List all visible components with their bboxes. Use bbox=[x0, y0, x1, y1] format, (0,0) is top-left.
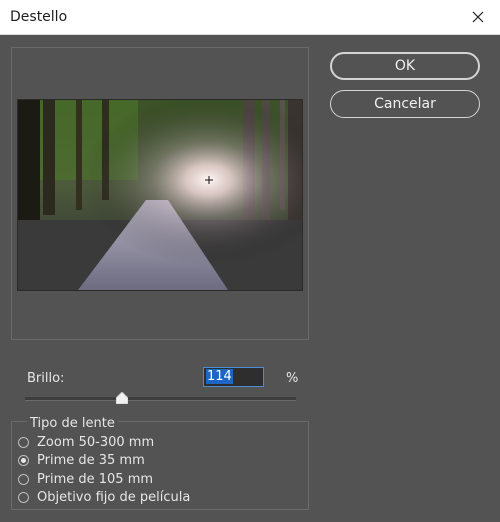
radio-button-checked[interactable] bbox=[18, 454, 29, 466]
lens-option-zoom[interactable]: Zoom 50-300 mm bbox=[18, 433, 154, 451]
preview-image[interactable] bbox=[17, 99, 303, 291]
window-title: Destello bbox=[10, 9, 68, 25]
brightness-slider-track[interactable] bbox=[25, 397, 296, 401]
lens-option-prime-35[interactable]: Prime de 35 mm bbox=[18, 451, 145, 469]
lens-option-prime-105[interactable]: Prime de 105 mm bbox=[18, 470, 153, 488]
lens-option-label: Prime de 105 mm bbox=[37, 471, 154, 487]
radio-button[interactable] bbox=[18, 436, 29, 448]
brightness-input[interactable]: 114 bbox=[203, 367, 264, 387]
cancel-button[interactable]: Cancelar bbox=[330, 90, 480, 118]
close-button[interactable] bbox=[456, 0, 500, 34]
brightness-label: Brillo: bbox=[27, 371, 65, 386]
lens-option-movie-prime[interactable]: Objetivo fijo de película bbox=[18, 488, 190, 506]
close-icon bbox=[472, 11, 484, 23]
brightness-unit: % bbox=[286, 371, 299, 386]
title-bar: Destello bbox=[0, 0, 500, 35]
preview-frame bbox=[11, 47, 309, 340]
ok-button[interactable]: OK bbox=[330, 52, 480, 80]
radio-button[interactable] bbox=[18, 491, 29, 503]
lens-type-title: Tipo de lente bbox=[27, 416, 118, 431]
radio-button[interactable] bbox=[18, 473, 29, 485]
lens-option-label: Objetivo fijo de película bbox=[37, 489, 191, 505]
lens-option-label: Prime de 35 mm bbox=[37, 452, 145, 468]
lens-option-label: Zoom 50-300 mm bbox=[37, 434, 155, 450]
brightness-value: 114 bbox=[206, 369, 233, 384]
brightness-slider-thumb[interactable] bbox=[116, 392, 128, 404]
